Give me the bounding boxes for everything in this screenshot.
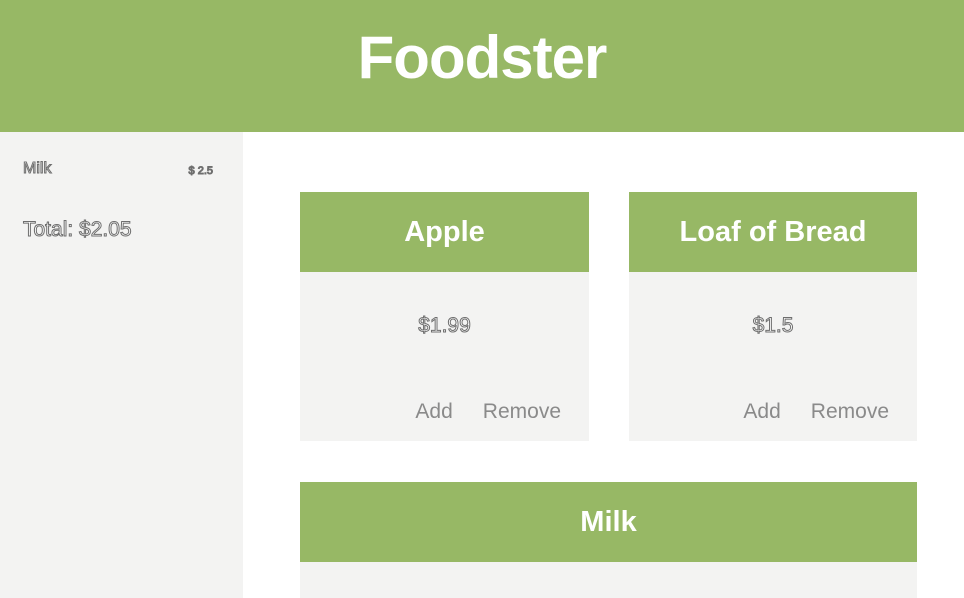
add-button[interactable]: Add bbox=[415, 400, 452, 424]
cart-item: Milk $ 2.5 bbox=[22, 160, 213, 180]
product-actions: Add Remove bbox=[743, 400, 889, 424]
product-title: Loaf of Bread bbox=[629, 192, 917, 272]
product-title: Milk bbox=[300, 482, 917, 562]
cart-item-price: $ 2.5 bbox=[188, 165, 213, 178]
cart-item-name: Milk bbox=[22, 160, 52, 178]
cart-total: Total: $2.05 bbox=[23, 218, 133, 242]
product-price: $1.5 bbox=[752, 314, 794, 338]
app-header: Foodster bbox=[0, 0, 964, 132]
product-card-loaf-of-bread: Loaf of Bread $1.5 Add Remove bbox=[629, 192, 917, 441]
product-card-apple: Apple $1.99 Add Remove bbox=[300, 192, 589, 441]
remove-button[interactable]: Remove bbox=[811, 400, 889, 424]
product-card-milk: Milk bbox=[300, 482, 917, 598]
product-title: Apple bbox=[300, 192, 589, 272]
cart-sidebar: Milk $ 2.5 Total: $2.05 bbox=[0, 132, 243, 598]
product-actions: Add Remove bbox=[415, 400, 561, 424]
app-title: Foodster bbox=[357, 23, 608, 91]
remove-button[interactable]: Remove bbox=[483, 400, 561, 424]
product-price: $1.99 bbox=[418, 314, 472, 338]
add-button[interactable]: Add bbox=[743, 400, 780, 424]
